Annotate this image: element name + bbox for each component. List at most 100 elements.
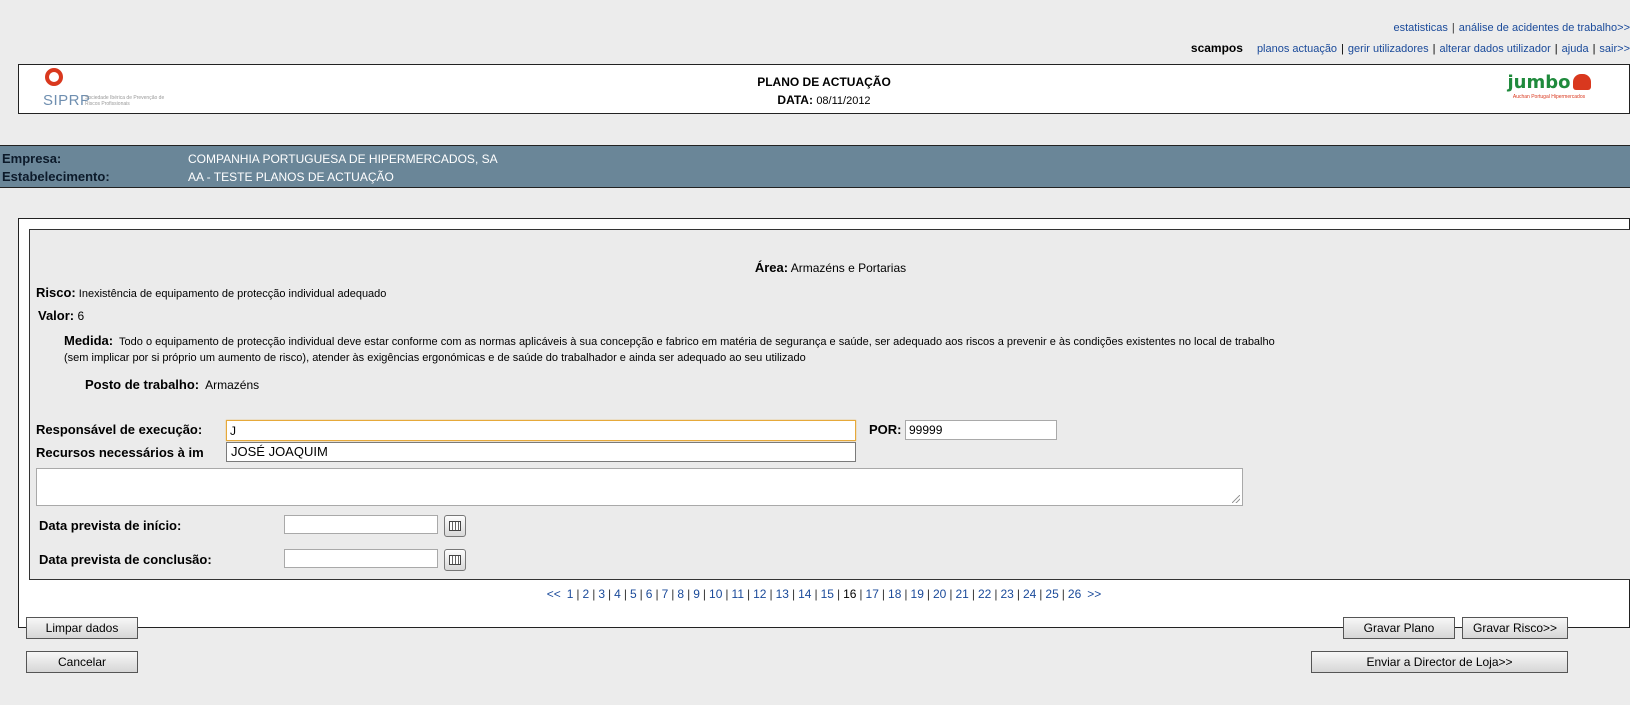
responsavel-label: Responsável de execução: [36, 422, 203, 437]
responsavel-input[interactable] [226, 420, 856, 441]
resize-grip-icon[interactable] [1232, 495, 1240, 503]
cancelar-button[interactable]: Cancelar [26, 651, 138, 673]
pager-page-link[interactable]: 18 [888, 587, 901, 601]
valor-value: 6 [77, 309, 85, 323]
date-label: DATA: [777, 93, 813, 107]
pager-separator: | [639, 587, 643, 601]
pager-separator: | [814, 587, 818, 601]
pager-separator: | [747, 587, 751, 601]
pager-page-link[interactable]: 3 [598, 587, 605, 601]
pager-page-link[interactable]: 7 [662, 587, 669, 601]
pager-separator: | [1039, 587, 1043, 601]
inicio-date-input[interactable] [284, 515, 438, 534]
pager-page-link[interactable]: 23 [1000, 587, 1013, 601]
conclusao-label: Data prevista de conclusão: [39, 552, 212, 567]
gravar-risco-button[interactable]: Gravar Risco>> [1462, 617, 1568, 639]
sair-link[interactable]: sair>> [1599, 43, 1630, 55]
pager-page-link[interactable]: 14 [798, 587, 811, 601]
por-input[interactable] [905, 420, 1057, 440]
calendar-icon [449, 521, 461, 531]
pager-separator: | [1061, 587, 1065, 601]
pager-separator: | [687, 587, 691, 601]
empresa-label: Empresa: [2, 151, 62, 166]
gerir-utilizadores-link[interactable]: gerir utilizadores [1348, 43, 1429, 55]
pager-separator: | [769, 587, 773, 601]
pager-page-link[interactable]: 17 [866, 587, 879, 601]
risco-value: Inexistência de equipamento de protecção… [78, 288, 387, 300]
pager-separator: | [576, 587, 580, 601]
pager-prev-link[interactable]: << [547, 587, 561, 601]
pager-separator: | [926, 587, 930, 601]
por-label: POR: [869, 422, 902, 437]
pager-page-link[interactable]: 5 [630, 587, 637, 601]
pager-page-link[interactable]: 26 [1068, 587, 1081, 601]
analise-acidentes-link[interactable]: análise de acidentes de trabalho>> [1459, 22, 1630, 34]
pager-page-link[interactable]: 25 [1045, 587, 1058, 601]
pager-page-link[interactable]: 11 [732, 587, 744, 601]
limpar-dados-button[interactable]: Limpar dados [26, 617, 138, 639]
jumbo-logo: jumbo Auchan Portugal Hipermercados [1499, 72, 1599, 110]
pager-separator: | [623, 587, 627, 601]
pager-page-link[interactable]: 15 [821, 587, 834, 601]
pager-page-link[interactable]: 13 [776, 587, 789, 601]
estabelecimento-value: AA - TESTE PLANOS DE ACTUAÇÃO [188, 170, 394, 184]
gravar-plano-button[interactable]: Gravar Plano [1343, 617, 1455, 639]
pager-separator: | [836, 587, 841, 601]
pager-page-link[interactable]: 24 [1023, 587, 1036, 601]
pager-separator: | [702, 587, 707, 601]
pager-separator: | [671, 587, 675, 601]
pager-page-link[interactable]: 19 [911, 587, 924, 601]
medida-block: Medida: Todo o equipamento de protecção … [64, 333, 1275, 364]
pager-page-link[interactable]: 8 [677, 587, 684, 601]
main-panel: Área: Armazéns e Portarias Risco: Inexis… [18, 218, 1630, 628]
pager-separator: | [725, 587, 729, 601]
pager-separator: | [859, 587, 863, 601]
pager-separator: | [881, 587, 886, 601]
pager-separator: | [904, 587, 908, 601]
pager-page-link[interactable]: 22 [978, 587, 991, 601]
inicio-label: Data prevista de início: [39, 518, 182, 533]
conclusao-calendar-button[interactable] [444, 549, 466, 571]
page-title: PLANO DE ACTUAÇÃO DATA: 08/11/2012 [757, 75, 891, 107]
pagination: << 1 | 2 | 3 | 4 | 5 | 6 | 7 | 8 | 9 | 10 | 11 | 12 | 13 | 14 | 15 | 16… [19, 587, 1629, 601]
pager-separator: | [791, 587, 796, 601]
alterar-dados-link[interactable]: alterar dados utilizador [1439, 43, 1550, 55]
page-header: SIPRP Sociedade Ibérica de Prevenção de … [18, 64, 1630, 114]
ajuda-link[interactable]: ajuda [1562, 43, 1589, 55]
pager-page-link[interactable]: 20 [933, 587, 946, 601]
pager-separator: | [971, 587, 975, 601]
pager-page-link[interactable]: 21 [955, 587, 968, 601]
pager-next-link[interactable]: >> [1087, 587, 1101, 601]
pager-separator: | [949, 587, 953, 601]
recursos-textarea[interactable] [36, 468, 1243, 506]
estatisticas-link[interactable]: estatisticas [1393, 22, 1447, 34]
pager-page-link[interactable]: 12 [753, 587, 766, 601]
planos-actuacao-link[interactable]: planos actuação [1257, 43, 1337, 55]
pager-page-link[interactable]: 4 [614, 587, 621, 601]
date-value: 08/11/2012 [816, 95, 871, 107]
inicio-calendar-button[interactable] [444, 515, 466, 537]
enviar-director-button[interactable]: Enviar a Director de Loja>> [1311, 651, 1568, 673]
pager-separator: | [608, 587, 612, 601]
pager-separator: | [994, 587, 998, 601]
autocomplete-suggestion[interactable]: JOSÉ JOAQUIM [226, 442, 856, 462]
valor-row: Valor: 6 [38, 308, 85, 323]
recursos-label: Recursos necessários à im [36, 445, 204, 460]
conclusao-date-input[interactable] [284, 549, 438, 568]
top-links: estatisticas | análise de acidentes de tra… [1393, 22, 1630, 34]
pager-page-link[interactable]: 10 [709, 587, 722, 601]
posto-row: Posto de trabalho: Armazéns [85, 377, 260, 392]
pager-separator: | [592, 587, 596, 601]
calendar-icon [449, 555, 461, 565]
area-value: Armazéns e Portarias [790, 261, 907, 275]
username: scampos [1190, 41, 1243, 55]
estabelecimento-label: Estabelecimento: [2, 169, 110, 184]
plan-form: Área: Armazéns e Portarias Risco: Inexis… [29, 229, 1630, 580]
pager-page-link[interactable]: 9 [693, 587, 700, 601]
pager-separator: | [655, 587, 659, 601]
pager-page-link[interactable]: 2 [583, 587, 590, 601]
pager-page-link[interactable]: 1 [567, 587, 574, 601]
pager-current-page: 16 [843, 587, 857, 601]
pager-page-link[interactable]: 6 [646, 587, 653, 601]
empresa-value: COMPANHIA PORTUGUESA DE HIPERMERCADOS, S… [188, 152, 498, 166]
